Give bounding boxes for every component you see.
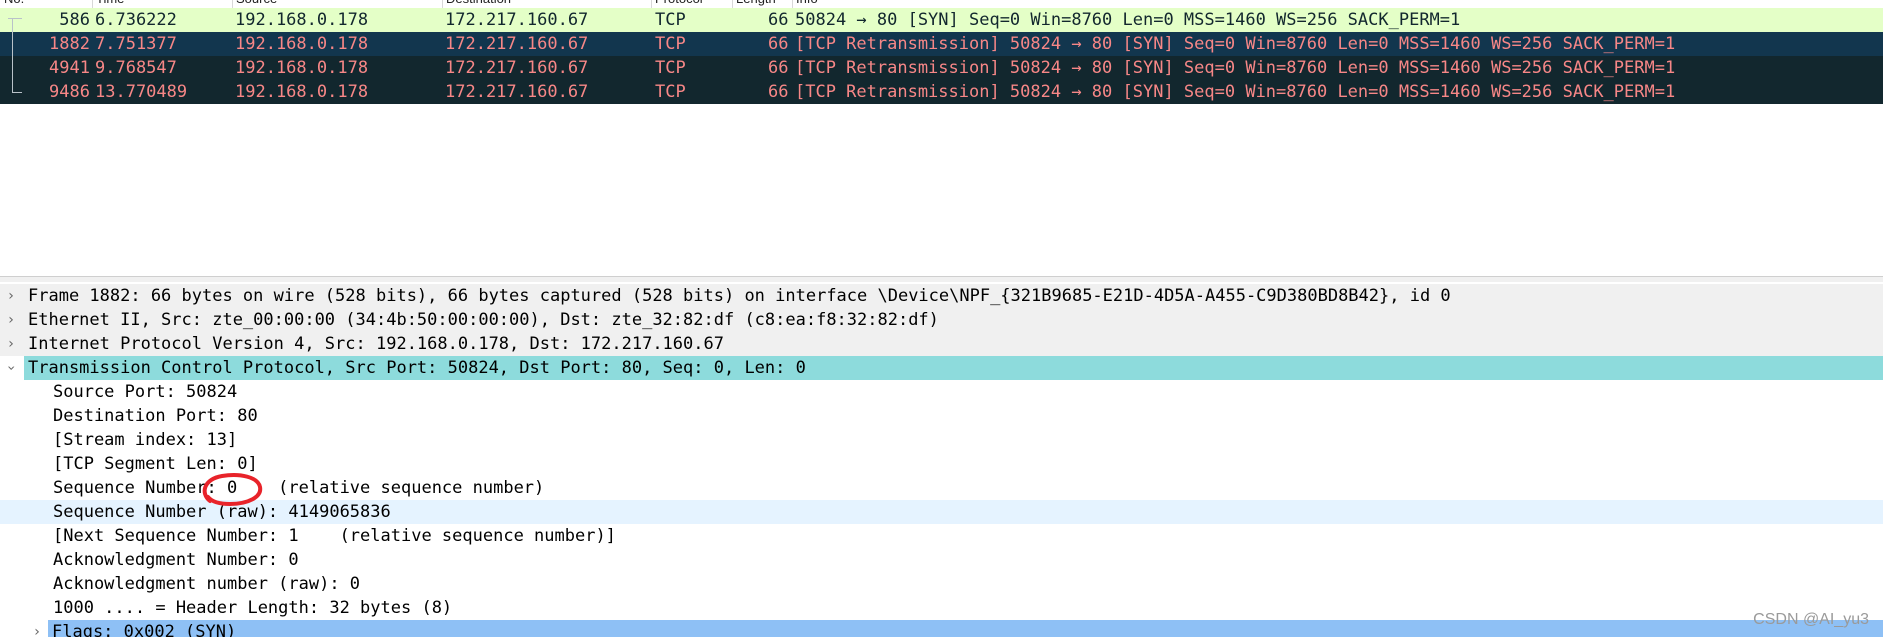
packet-info: [TCP Retransmission] 50824 → 80 [SYN] Se… xyxy=(795,82,1676,102)
flags-summary: Flags: 0x002 (SYN) xyxy=(48,620,1883,637)
chevron-right-icon[interactable]: › xyxy=(4,332,18,356)
chevron-right-icon[interactable]: › xyxy=(4,284,18,308)
packet-protocol: TCP xyxy=(655,82,686,102)
related-packets-connector xyxy=(12,18,13,93)
chevron-right-icon[interactable]: › xyxy=(30,620,44,637)
tcp-field-sequence-number[interactable]: Sequence Number: 0 (relative sequence nu… xyxy=(0,476,1883,500)
packet-list: No. Time Source Destination Protocol Len… xyxy=(0,0,1883,276)
field-text: Sequence Number (raw): 4149065836 xyxy=(53,502,391,522)
packet-length: 66 xyxy=(768,10,789,30)
field-text: Source Port: 50824 xyxy=(53,382,238,402)
packet-destination: 172.217.160.67 xyxy=(445,58,589,78)
packet-info: [TCP Retransmission] 50824 → 80 [SYN] Se… xyxy=(795,58,1676,78)
tcp-summary: Transmission Control Protocol, Src Port:… xyxy=(24,356,1883,380)
packet-info: 50824 → 80 [SYN] Seq=0 Win=8760 Len=0 MS… xyxy=(795,10,1461,30)
packet-source: 192.168.0.178 xyxy=(235,10,369,30)
field-text: Acknowledgment number (raw): 0 xyxy=(53,574,361,594)
packet-time: 7.751377 xyxy=(95,34,177,54)
packet-info: [TCP Retransmission] 50824 → 80 [SYN] Se… xyxy=(795,34,1676,54)
ethernet-summary: Ethernet II, Src: zte_00:00:00 (34:4b:50… xyxy=(28,310,939,330)
tcp-field-sequence-raw[interactable]: Sequence Number (raw): 4149065836 xyxy=(0,500,1883,524)
packet-length: 66 xyxy=(768,34,789,54)
packet-no: 586 xyxy=(59,10,90,30)
packet-protocol: TCP xyxy=(655,58,686,78)
packet-destination: 172.217.160.67 xyxy=(445,34,589,54)
connector-tick xyxy=(8,18,22,19)
packet-row[interactable]: 586 6.736222 192.168.0.178 172.217.160.6… xyxy=(0,8,1883,32)
packet-time: 9.768547 xyxy=(95,58,177,78)
field-text: Destination Port: 80 xyxy=(53,406,258,426)
tree-item-flags[interactable]: › Flags: 0x002 (SYN) xyxy=(0,620,1883,637)
field-text: [TCP Segment Len: 0] xyxy=(53,454,258,474)
packet-no: 4941 xyxy=(49,58,90,78)
field-text: [Next Sequence Number: 1 (relative seque… xyxy=(53,526,616,546)
tcp-field-next-sequence[interactable]: [Next Sequence Number: 1 (relative seque… xyxy=(0,524,1883,548)
tcp-field-segment-len[interactable]: [TCP Segment Len: 0] xyxy=(0,452,1883,476)
packet-time: 13.770489 xyxy=(95,82,188,102)
frame-summary: Frame 1882: 66 bytes on wire (528 bits),… xyxy=(28,286,1451,306)
watermark: CSDN @AI_yu3 xyxy=(1753,611,1869,628)
packet-details-tree: › Frame 1882: 66 bytes on wire (528 bits… xyxy=(0,282,1883,637)
packet-destination: 172.217.160.67 xyxy=(445,10,589,30)
packet-no: 1882 xyxy=(49,34,90,54)
packet-source: 192.168.0.178 xyxy=(235,34,369,54)
ip-summary: Internet Protocol Version 4, Src: 192.16… xyxy=(28,334,724,354)
packet-time: 6.736222 xyxy=(95,10,177,30)
connector-tick xyxy=(12,92,22,93)
chevron-right-icon[interactable]: › xyxy=(4,308,18,332)
tree-item-ip[interactable]: › Internet Protocol Version 4, Src: 192.… xyxy=(0,332,1883,356)
tcp-field-stream-index[interactable]: [Stream index: 13] xyxy=(0,428,1883,452)
tcp-field-destination-port[interactable]: Destination Port: 80 xyxy=(0,404,1883,428)
field-text: Acknowledgment Number: 0 xyxy=(53,550,299,570)
tcp-field-source-port[interactable]: Source Port: 50824 xyxy=(0,380,1883,404)
tcp-field-ack-number[interactable]: Acknowledgment Number: 0 xyxy=(0,548,1883,572)
field-text: Sequence Number: 0 (relative sequence nu… xyxy=(53,478,545,498)
packet-protocol: TCP xyxy=(655,34,686,54)
packet-protocol: TCP xyxy=(655,10,686,30)
field-text: [Stream index: 13] xyxy=(53,430,238,450)
chevron-down-icon[interactable]: › xyxy=(0,361,23,375)
packet-row[interactable]: 4941 9.768547 192.168.0.178 172.217.160.… xyxy=(0,56,1883,80)
packet-source: 192.168.0.178 xyxy=(235,58,369,78)
tree-item-ethernet[interactable]: › Ethernet II, Src: zte_00:00:00 (34:4b:… xyxy=(0,308,1883,332)
tree-item-tcp[interactable]: › Transmission Control Protocol, Src Por… xyxy=(0,356,1883,380)
tcp-field-ack-raw[interactable]: Acknowledgment number (raw): 0 xyxy=(0,572,1883,596)
packet-length: 66 xyxy=(768,82,789,102)
tcp-field-header-length[interactable]: 1000 .... = Header Length: 32 bytes (8) xyxy=(0,596,1883,620)
packet-row[interactable]: 9486 13.770489 192.168.0.178 172.217.160… xyxy=(0,80,1883,104)
packet-length: 66 xyxy=(768,58,789,78)
packet-row-selected[interactable]: 1882 7.751377 192.168.0.178 172.217.160.… xyxy=(0,32,1883,56)
packet-destination: 172.217.160.67 xyxy=(445,82,589,102)
packet-source: 192.168.0.178 xyxy=(235,82,369,102)
field-text: 1000 .... = Header Length: 32 bytes (8) xyxy=(53,598,453,618)
tree-item-frame[interactable]: › Frame 1882: 66 bytes on wire (528 bits… xyxy=(0,284,1883,308)
